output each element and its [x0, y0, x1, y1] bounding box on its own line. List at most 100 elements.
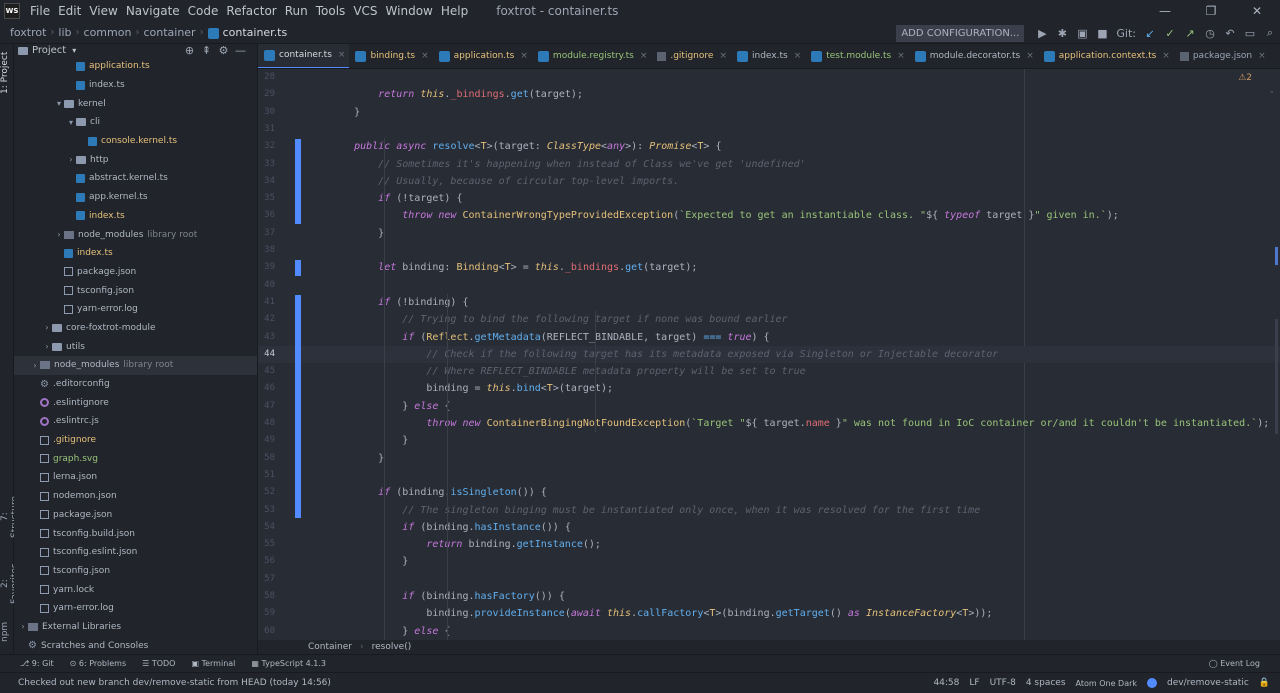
- update-project-icon[interactable]: ↙: [1140, 27, 1160, 40]
- tree-item[interactable]: application.ts: [14, 57, 257, 76]
- line-number[interactable]: 36: [258, 207, 275, 224]
- editor-tab[interactable]: application.ts ×: [433, 44, 532, 68]
- editor-tab[interactable]: module.decorator.ts ×: [909, 44, 1038, 68]
- tree-item[interactable]: tsconfig.json: [14, 562, 257, 581]
- menu-navigate[interactable]: Navigate: [122, 0, 184, 22]
- locate-file-icon[interactable]: ⊕: [181, 44, 198, 57]
- code-line[interactable]: 52 if (binding.isSingleton()) {: [258, 484, 1280, 501]
- line-number[interactable]: 45: [258, 363, 275, 380]
- code-line[interactable]: 29 return this._bindings.get(target);: [258, 86, 1280, 103]
- collapse-all-icon[interactable]: ⇞: [198, 44, 215, 57]
- line-number[interactable]: 55: [258, 536, 275, 553]
- code-line[interactable]: 42 // Trying to bind the following targe…: [258, 311, 1280, 328]
- restore-icon[interactable]: ❐: [1188, 0, 1234, 22]
- tree-item[interactable]: lerna.json: [14, 468, 257, 487]
- commit-icon[interactable]: ✓: [1160, 27, 1180, 40]
- breadcrumb-container-ts[interactable]: container.ts: [204, 26, 292, 39]
- tree-item[interactable]: yarn-error.log: [14, 599, 257, 618]
- stop-icon[interactable]: ■: [1092, 27, 1112, 40]
- lock-icon[interactable]: 🔒: [1259, 678, 1270, 688]
- file-encoding[interactable]: UTF-8: [990, 678, 1016, 688]
- vcs-change-marker[interactable]: [295, 139, 301, 224]
- line-number[interactable]: 53: [258, 502, 275, 519]
- code-line[interactable]: 31: [258, 121, 1280, 138]
- line-number[interactable]: 52: [258, 484, 275, 501]
- debug-icon[interactable]: ✱: [1052, 27, 1072, 40]
- editor-tab[interactable]: application.context.ts ×: [1038, 44, 1174, 68]
- tree-item[interactable]: graph.svg: [14, 449, 257, 468]
- line-number[interactable]: 49: [258, 432, 275, 449]
- menu-vcs[interactable]: VCS: [349, 0, 381, 22]
- editor-tab[interactable]: .gitignore ×: [651, 44, 731, 68]
- tab-structure-side[interactable]: 7: Structure: [0, 494, 20, 540]
- breadcrumb-method[interactable]: resolve(): [372, 642, 412, 652]
- code-line[interactable]: 40: [258, 277, 1280, 294]
- warnings-indicator[interactable]: ⚠2: [1238, 73, 1252, 83]
- hide-panel-icon[interactable]: —: [232, 44, 249, 57]
- tree-item[interactable]: › node_modules library root: [14, 225, 257, 244]
- theme-name[interactable]: Atom One Dark: [1076, 679, 1138, 688]
- tree-item[interactable]: .eslintrc.js: [14, 412, 257, 431]
- editor-tab[interactable]: module.registry.ts ×: [532, 44, 651, 68]
- tree-item[interactable]: package.json: [14, 263, 257, 282]
- breadcrumb-class[interactable]: Container: [308, 642, 352, 652]
- rollback-icon[interactable]: ↶: [1220, 27, 1240, 40]
- layout-icon[interactable]: ▭: [1240, 27, 1260, 40]
- line-number[interactable]: 35: [258, 190, 275, 207]
- close-tab-icon[interactable]: ×: [640, 51, 648, 61]
- editor-tab[interactable]: index.ts ×: [731, 44, 805, 68]
- tab-project-side[interactable]: 1: Project: [0, 48, 14, 98]
- line-number[interactable]: 41: [258, 294, 275, 311]
- scrollbar-thumb[interactable]: [1275, 319, 1278, 434]
- tab-favorites-side[interactable]: 2: Favorites: [0, 559, 20, 609]
- menu-edit[interactable]: Edit: [54, 0, 85, 22]
- close-tab-icon[interactable]: ×: [897, 51, 905, 61]
- code-line[interactable]: 48 throw new ContainerBingingNotFoundExc…: [258, 415, 1280, 432]
- git-branch[interactable]: dev/remove-static: [1167, 678, 1249, 688]
- line-number[interactable]: 38: [258, 242, 275, 259]
- line-number[interactable]: 29: [258, 86, 275, 103]
- line-number[interactable]: 31: [258, 121, 275, 138]
- tool-window-terminal[interactable]: ▣ Terminal: [183, 659, 243, 668]
- menu-window[interactable]: Window: [382, 0, 437, 22]
- chevron-right-icon[interactable]: ›: [30, 361, 40, 370]
- line-number[interactable]: 28: [258, 69, 275, 86]
- code-line[interactable]: 33 // Sometimes it's happening when inst…: [258, 156, 1280, 173]
- tool-window-problems[interactable]: ⊙ 6: Problems: [62, 659, 134, 668]
- code-line[interactable]: 44 // Check if the following target has …: [258, 345, 1280, 364]
- chevron-right-icon[interactable]: ›: [42, 342, 52, 351]
- code-line[interactable]: 50 }: [258, 450, 1280, 467]
- tree-item[interactable]: tsconfig.eslint.json: [14, 543, 257, 562]
- search-icon[interactable]: ⌕: [1260, 26, 1280, 40]
- code-line[interactable]: 34 // Usually, because of circular top-l…: [258, 173, 1280, 190]
- line-number[interactable]: 60: [258, 623, 275, 640]
- menu-help[interactable]: Help: [437, 0, 472, 22]
- line-number[interactable]: 33: [258, 156, 275, 173]
- tree-item[interactable]: › External Libraries: [14, 618, 257, 637]
- code-line[interactable]: 53 // The singleton binging must be inst…: [258, 502, 1280, 519]
- tree-item[interactable]: › utils: [14, 337, 257, 356]
- gear-icon[interactable]: ⚙: [215, 44, 232, 57]
- line-number[interactable]: 43: [258, 329, 275, 346]
- tree-item[interactable]: › http: [14, 150, 257, 169]
- code-line[interactable]: 47 } else {: [258, 398, 1280, 415]
- code-line[interactable]: 54 if (binding.hasInstance()) {: [258, 519, 1280, 536]
- push-icon[interactable]: ↗: [1180, 27, 1200, 40]
- line-number[interactable]: 46: [258, 380, 275, 397]
- chevron-right-icon[interactable]: ›: [54, 230, 64, 239]
- editor-tab[interactable]: package.json ×: [1174, 44, 1270, 68]
- line-number[interactable]: 59: [258, 605, 275, 622]
- close-tab-icon[interactable]: ×: [421, 51, 429, 61]
- code-line[interactable]: 37 }: [258, 225, 1280, 242]
- minimize-icon[interactable]: —: [1142, 0, 1188, 22]
- tree-item[interactable]: .gitignore: [14, 431, 257, 450]
- line-separator[interactable]: LF: [969, 678, 979, 688]
- tool-window-typescript[interactable]: ▦ TypeScript 4.1.3: [243, 659, 334, 668]
- code-line[interactable]: 60 } else {: [258, 623, 1280, 640]
- breadcrumb-common[interactable]: common: [80, 26, 136, 39]
- tree-item[interactable]: nodemon.json: [14, 487, 257, 506]
- chevron-right-icon[interactable]: ›: [42, 323, 52, 332]
- tree-item[interactable]: app.kernel.ts: [14, 188, 257, 207]
- tree-item[interactable]: › node_modules library root: [14, 356, 257, 375]
- line-number[interactable]: 30: [258, 104, 275, 121]
